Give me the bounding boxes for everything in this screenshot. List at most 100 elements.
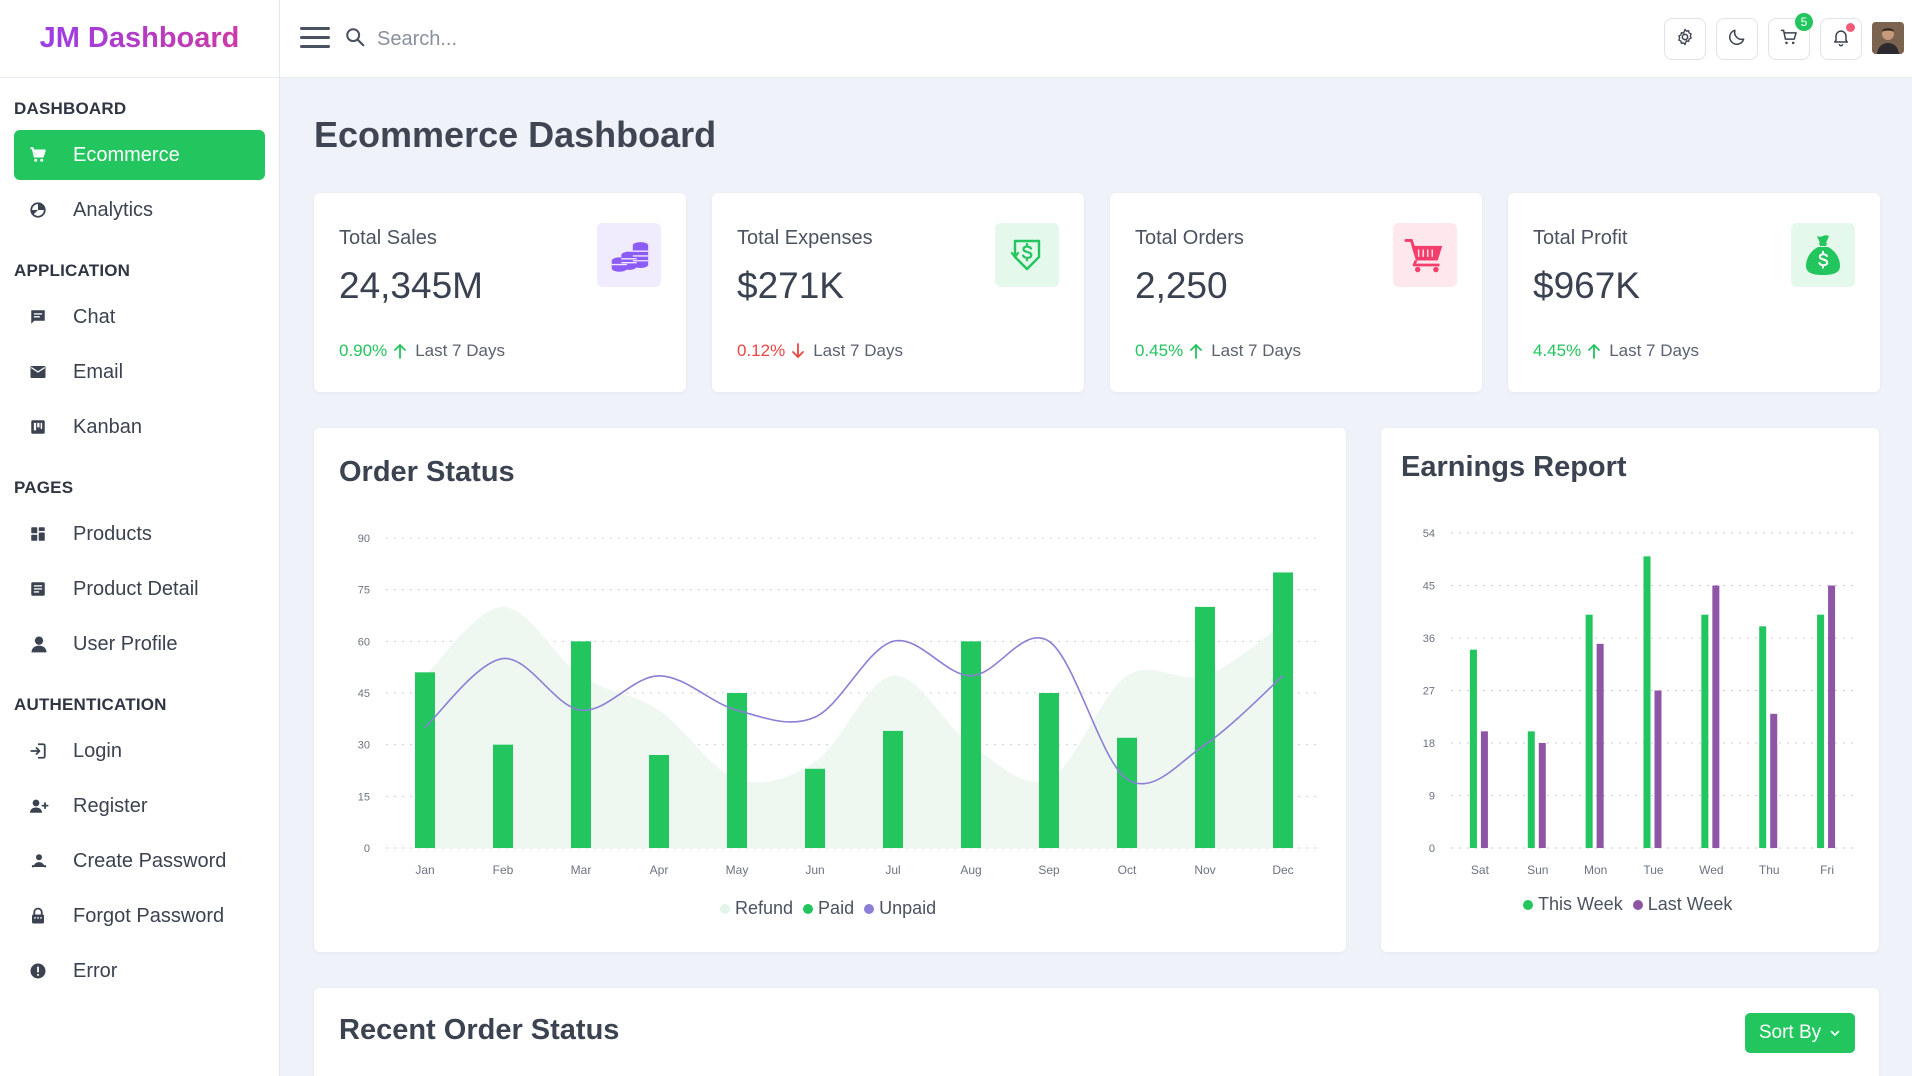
sidebar-item-chat[interactable]: Chat <box>14 292 265 342</box>
stat-value: 24,345M <box>339 265 483 306</box>
bar-paid-dec[interactable] <box>1273 572 1293 848</box>
grid-icon <box>29 524 57 544</box>
bar-paid-aug[interactable] <box>961 641 981 848</box>
stat-percent: 4.45% <box>1533 341 1582 360</box>
sidebar-item-label: Kanban <box>73 415 142 438</box>
bar-paid-jun[interactable] <box>805 768 825 848</box>
refund-area <box>425 606 1283 848</box>
bar-paid-jul[interactable] <box>883 730 903 848</box>
legend-item-paid[interactable]: Paid <box>803 898 854 919</box>
sidebar-item-product-detail[interactable]: Product Detail <box>14 564 265 614</box>
stat-period: Last 7 Days <box>1609 341 1699 360</box>
x-tick-label: Jan <box>415 863 434 877</box>
bar-this-week-mon[interactable] <box>1585 614 1593 848</box>
dark-mode-button[interactable] <box>1716 18 1758 60</box>
cart-icon <box>29 145 57 165</box>
search-input[interactable] <box>377 22 677 56</box>
cart-button[interactable]: 5 <box>1768 13 1813 60</box>
bar-paid-mar[interactable] <box>571 641 591 848</box>
menu-toggle-icon[interactable] <box>300 27 330 51</box>
sidebar-item-kanban[interactable]: Kanban <box>14 402 265 452</box>
sidebar-item-label: Products <box>73 522 152 545</box>
bar-last-week-thu[interactable] <box>1770 713 1778 848</box>
stat-value: $967K <box>1533 265 1640 306</box>
sidebar-item-register[interactable]: Register <box>14 781 265 831</box>
sidebar-item-error[interactable]: Error <box>14 946 265 996</box>
notifications-button[interactable] <box>1820 18 1862 60</box>
bar-last-week-mon[interactable] <box>1596 643 1604 848</box>
stat-trend: 0.90% Last 7 Days <box>339 341 505 361</box>
avatar[interactable] <box>1872 22 1904 54</box>
bar-paid-feb[interactable] <box>493 744 513 848</box>
bar-this-week-tue[interactable] <box>1643 556 1651 848</box>
bar-this-week-sun[interactable] <box>1527 731 1535 848</box>
sidebar-section-title: DASHBOARD <box>14 99 127 118</box>
topbar: 5 <box>280 0 1912 78</box>
brand-title[interactable]: JM Dashboard <box>40 22 240 55</box>
sidebar-nav: DASHBOARD Ecommerce Analytics APPLICATION Ch… <box>0 78 279 996</box>
y-tick-label: 27 <box>1423 686 1435 698</box>
bar-last-week-tue[interactable] <box>1654 690 1662 849</box>
detail-icon <box>29 579 57 599</box>
bar-paid-may[interactable] <box>727 693 747 848</box>
key-icon <box>29 851 57 871</box>
arrow-up-icon <box>393 343 407 359</box>
legend-item-refund[interactable]: Refund <box>720 898 793 919</box>
y-tick-label: 36 <box>1423 633 1435 645</box>
bar-paid-sep[interactable] <box>1039 693 1059 848</box>
sidebar-item-label: Analytics <box>73 198 154 221</box>
x-tick-label: Apr <box>650 863 669 877</box>
legend-item-unpaid[interactable]: Unpaid <box>864 898 936 919</box>
sidebar-item-analytics[interactable]: Analytics <box>14 185 265 235</box>
sidebar-item-label: Chat <box>73 305 116 328</box>
earnings-legend: This Week Last Week <box>1523 894 1742 915</box>
x-tick-label: Sun <box>1527 863 1548 877</box>
legend-item-last-week[interactable]: Last Week <box>1632 894 1732 915</box>
bar-this-week-sat[interactable] <box>1469 649 1477 848</box>
bar-paid-nov[interactable] <box>1195 606 1215 848</box>
stat-card-total-orders: Total Orders 2,250 0.45% Last 7 Days <box>1110 193 1482 392</box>
x-tick-label: Dec <box>1272 863 1293 877</box>
y-tick-label: 30 <box>358 740 370 752</box>
sidebar-item-user-profile[interactable]: User Profile <box>14 619 265 669</box>
sidebar-item-login[interactable]: Login <box>14 726 265 776</box>
sidebar-item-create-password[interactable]: Create Password <box>14 836 265 886</box>
bar-paid-oct[interactable] <box>1117 737 1137 848</box>
x-tick-label: Thu <box>1759 863 1780 877</box>
chevron-down-icon <box>1829 1027 1841 1039</box>
sidebar-item-label: Register <box>73 794 148 817</box>
bar-this-week-wed[interactable] <box>1701 614 1709 848</box>
legend-item-this-week[interactable]: This Week <box>1523 894 1623 915</box>
y-tick-label: 45 <box>1423 581 1435 593</box>
bar-paid-jan[interactable] <box>415 672 435 848</box>
stat-period: Last 7 Days <box>1211 341 1301 360</box>
x-tick-label: Wed <box>1699 863 1723 877</box>
sidebar-item-products[interactable]: Products <box>14 509 265 559</box>
bar-last-week-fri[interactable] <box>1828 585 1836 849</box>
sidebar-item-label: Product Detail <box>73 577 199 600</box>
bar-this-week-thu[interactable] <box>1759 626 1767 848</box>
stat-card-total-sales: Total Sales 24,345M 0.90% Last 7 Days <box>314 193 686 392</box>
sidebar-item-ecommerce[interactable]: Ecommerce <box>14 130 265 180</box>
brand-logo[interactable]: JM Dashboard <box>0 0 279 78</box>
x-tick-label: May <box>726 863 749 877</box>
sort-by-button[interactable]: Sort By <box>1745 1013 1855 1053</box>
sidebar-item-forgot-password[interactable]: Forgot Password <box>14 891 265 941</box>
bar-paid-apr[interactable] <box>649 755 669 848</box>
settings-button[interactable] <box>1664 18 1706 60</box>
arrow-up-icon <box>1587 343 1601 359</box>
sidebar-item-email[interactable]: Email <box>14 347 265 397</box>
bar-last-week-sun[interactable] <box>1538 743 1546 848</box>
gear-icon <box>1675 27 1695 52</box>
lock-icon <box>29 906 57 926</box>
dollar-shield-icon <box>995 223 1059 287</box>
bar-last-week-wed[interactable] <box>1712 585 1720 849</box>
x-tick-label: Mon <box>1584 863 1607 877</box>
y-tick-label: 15 <box>358 791 370 803</box>
y-tick-label: 45 <box>358 688 370 700</box>
bar-last-week-sat[interactable] <box>1480 731 1488 848</box>
sidebar-section-title: APPLICATION <box>14 261 131 280</box>
x-tick-label: Mar <box>571 863 592 877</box>
bar-this-week-fri[interactable] <box>1817 614 1825 848</box>
alert-icon <box>29 961 57 981</box>
